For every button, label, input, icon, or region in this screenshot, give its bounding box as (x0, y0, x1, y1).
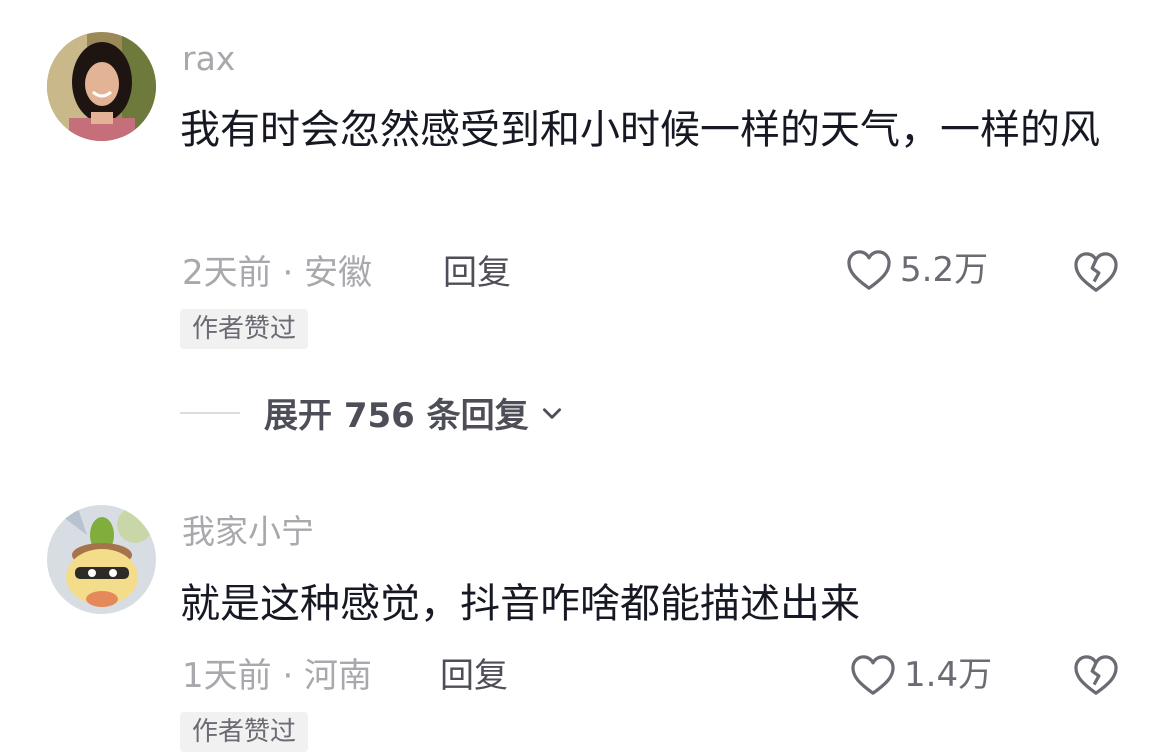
broken-heart-icon (1074, 252, 1118, 292)
like-count: 1.4万 (904, 655, 993, 695)
chevron-down-icon (542, 407, 561, 419)
heart-outline-icon (847, 250, 891, 290)
dislike-button[interactable] (1073, 251, 1119, 297)
divider (180, 411, 240, 414)
like-button[interactable]: 1.4万 (850, 654, 992, 696)
avatar[interactable] (47, 32, 156, 141)
avatar[interactable] (47, 505, 156, 614)
broken-heart-icon (1074, 655, 1118, 695)
comment-username[interactable]: rax (182, 42, 235, 75)
like-button[interactable]: 5.2万 (846, 249, 988, 291)
expand-replies-button[interactable]: 展开 756 条回复 (180, 388, 565, 437)
comment-text: 就是这种感觉，抖音咋啥都能描述出来 (180, 581, 860, 627)
reply-button[interactable]: 回复 (440, 659, 508, 693)
heart-outline-icon (851, 655, 895, 695)
comment-time-location: 2天前 · 安徽 (182, 253, 373, 293)
comment-username[interactable]: 我家小宁 (182, 515, 314, 548)
comment-time-location: 1天前 · 河南 (182, 656, 373, 696)
author-liked-badge: 作者赞过 (180, 309, 309, 349)
expand-replies-label: 展开 756 条回复 (264, 396, 529, 436)
dislike-button[interactable] (1073, 654, 1119, 700)
author-liked-badge: 作者赞过 (180, 712, 309, 752)
comment-text: 我有时会忽然感受到和小时候一样的天气，一样的风 (180, 107, 1100, 153)
reply-button[interactable]: 回复 (443, 256, 511, 290)
like-count: 5.2万 (900, 250, 989, 290)
